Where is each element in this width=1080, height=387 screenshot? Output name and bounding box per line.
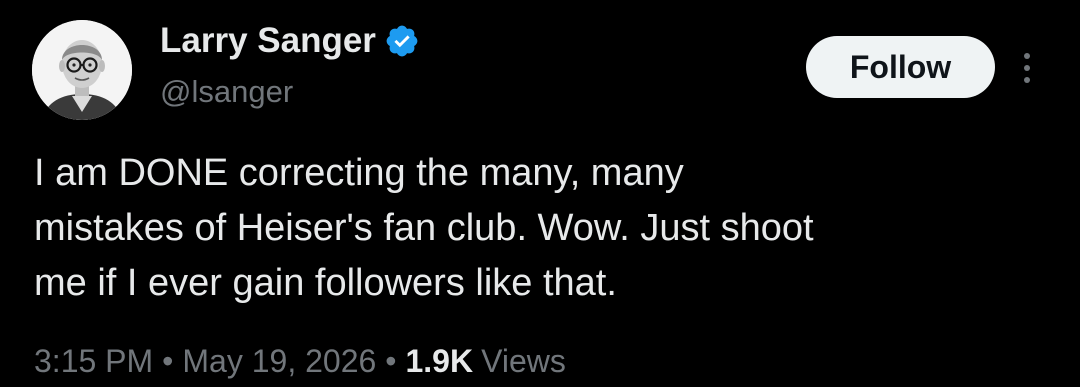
- tweet-text: I am DONE correcting the many, many mist…: [34, 152, 814, 304]
- tweet-meta: 3:15 PM • May 19, 2026 • 1.9K Views: [34, 338, 566, 384]
- avatar-portrait-image: [32, 20, 132, 120]
- avatar[interactable]: [32, 20, 132, 120]
- meta-separator: •: [385, 342, 397, 379]
- follow-button[interactable]: Follow: [806, 36, 995, 98]
- tweet-date[interactable]: May 19, 2026: [182, 343, 376, 380]
- views-label[interactable]: Views: [481, 343, 566, 380]
- views-count[interactable]: 1.9K: [405, 343, 473, 380]
- verified-badge-icon[interactable]: [384, 23, 420, 59]
- author-handle[interactable]: @lsanger: [160, 74, 293, 110]
- author-name-row: Larry Sanger: [160, 18, 420, 64]
- more-vertical-icon[interactable]: [1016, 46, 1038, 90]
- meta-separator: •: [162, 342, 174, 379]
- tweet-card: Larry Sanger @lsanger Follow I am DONE c…: [0, 0, 1080, 387]
- author-name[interactable]: Larry Sanger: [160, 21, 376, 61]
- tweet-time[interactable]: 3:15 PM: [34, 343, 153, 380]
